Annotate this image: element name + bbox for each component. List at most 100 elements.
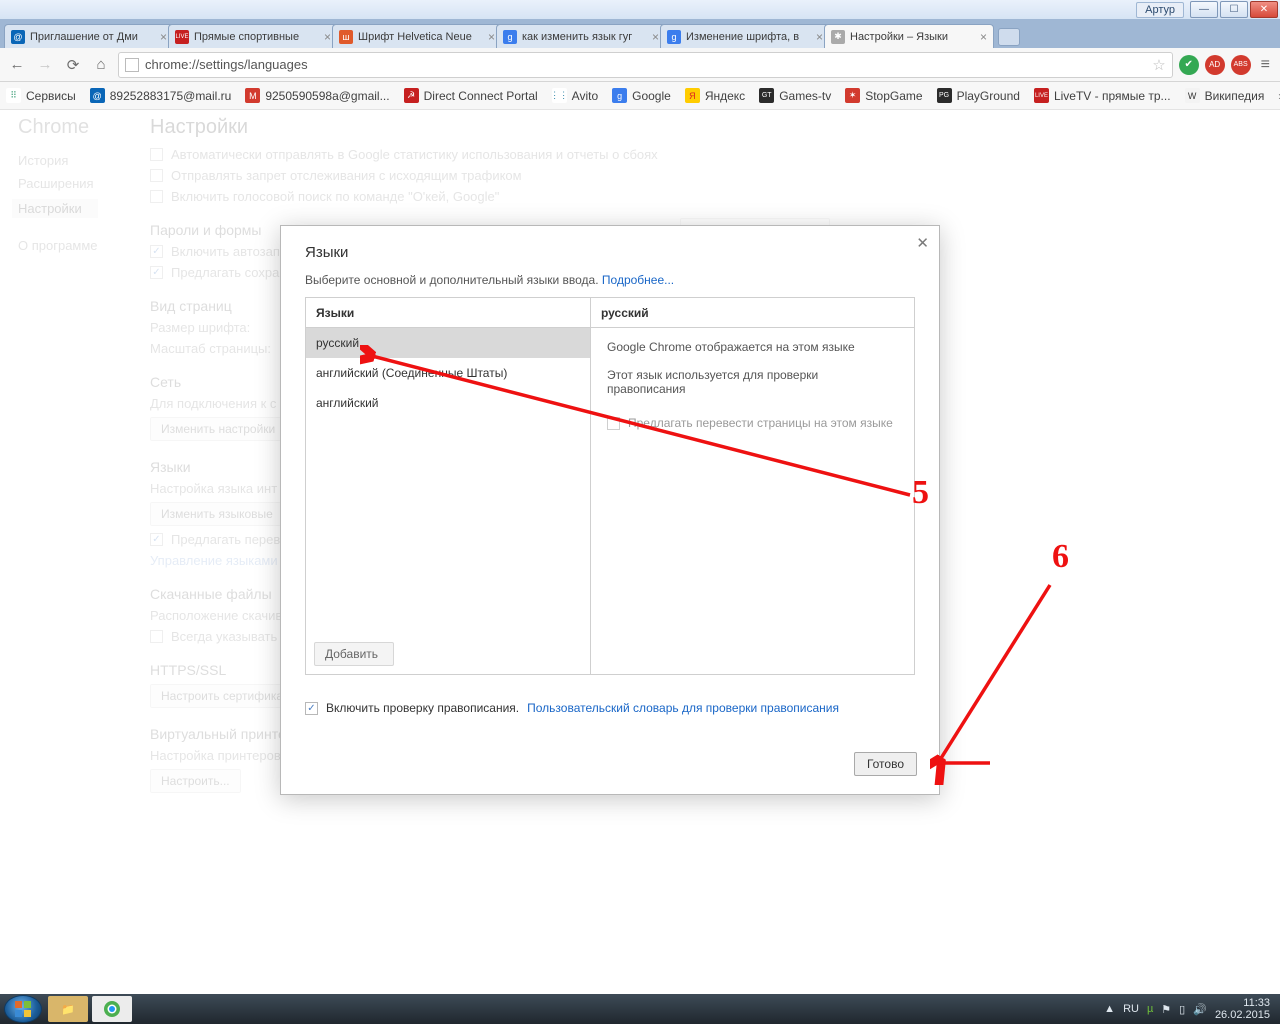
bookmark-item[interactable]: @89252883175@mail.ru: [90, 88, 232, 103]
close-tab-icon[interactable]: ×: [976, 30, 987, 44]
spellcheck-label: Включить проверку правописания.: [326, 701, 519, 715]
tab-title: Настройки – Языки: [850, 31, 948, 43]
bookmark-item[interactable]: ЯЯндекс: [685, 88, 745, 103]
adblock-icon[interactable]: AD: [1205, 55, 1225, 75]
bookmark-item[interactable]: gGoogle: [612, 88, 671, 103]
browser-tab[interactable]: g Изменение шрифта, в ×: [660, 24, 830, 48]
bookmark-item[interactable]: M9250590598a@gmail...: [245, 88, 389, 103]
bookmark-item[interactable]: ✶StopGame: [845, 88, 922, 103]
taskbar-explorer[interactable]: 📁: [48, 996, 88, 1022]
language-panes: Языки русский английский (Соединенные Шт…: [305, 297, 915, 675]
done-button[interactable]: Готово: [854, 752, 917, 776]
google-icon: g: [503, 30, 517, 44]
clock-date: 26.02.2015: [1215, 1009, 1270, 1021]
bookmark-label: Direct Connect Portal: [424, 89, 538, 103]
window-close-button[interactable]: ✕: [1250, 1, 1278, 18]
bookmark-label: Яндекс: [705, 89, 745, 103]
languages-dialog: ✕ Языки Выберите основной и дополнительн…: [280, 225, 940, 795]
dialog-footer: ✓ Включить проверку правописания. Пользо…: [281, 689, 939, 727]
new-tab-button[interactable]: [998, 28, 1020, 46]
dialog-subtitle-text: Выберите основной и дополнительный языки…: [305, 273, 599, 287]
google-icon: g: [667, 30, 681, 44]
adblock-plus-icon[interactable]: ABS: [1231, 55, 1251, 75]
tab-title: Прямые спортивные: [194, 31, 299, 43]
bookmark-label: PlayGround: [957, 89, 1020, 103]
bookmark-item[interactable]: ⋮⋮Avito: [552, 88, 598, 103]
close-tab-icon[interactable]: ×: [320, 30, 331, 44]
tab-title: Шрифт Helvetica Neue: [358, 31, 472, 43]
home-button[interactable]: ⌂: [90, 54, 112, 76]
window-maximize-button[interactable]: ☐: [1220, 1, 1248, 18]
start-button[interactable]: [4, 995, 42, 1023]
tab-title: Изменение шрифта, в: [686, 31, 799, 43]
language-info-translate: Предлагать перевести страницы на этом яз…: [628, 416, 893, 430]
browser-toolbar: ← → ⟳ ⌂ chrome://settings/languages ☆ ✔ …: [0, 48, 1280, 82]
bookmark-label: 9250590598a@gmail...: [265, 89, 389, 103]
windows-logo-icon: [14, 1000, 32, 1018]
bookmark-label: StopGame: [865, 89, 922, 103]
spellcheck-checkbox[interactable]: ✓: [305, 702, 318, 715]
address-bar[interactable]: chrome://settings/languages ☆: [118, 52, 1173, 78]
bookmark-item[interactable]: GTGames-tv: [759, 88, 831, 103]
window-minimize-button[interactable]: —: [1190, 1, 1218, 18]
windows-taskbar: 📁 ▲ RU µ ⚑ ▯ 🔊 11:33 26.02.2015: [0, 994, 1280, 1024]
taskbar-clock[interactable]: 11:33 26.02.2015: [1215, 997, 1270, 1021]
bookmark-item[interactable]: LIVELiveTV - прямые тр...: [1034, 88, 1171, 103]
window-user: Артур: [1136, 2, 1184, 18]
language-info-display: Google Chrome отображается на этом языке: [607, 340, 898, 354]
bookmark-item[interactable]: PGPlayGround: [937, 88, 1020, 103]
tray-show-hidden-icon[interactable]: ▲: [1104, 1003, 1115, 1015]
tray-volume-icon[interactable]: 🔊: [1193, 1003, 1207, 1016]
bookmark-item[interactable]: ☭Direct Connect Portal: [404, 88, 538, 103]
extension-icon[interactable]: ✔: [1179, 55, 1199, 75]
input-language[interactable]: RU: [1123, 1003, 1139, 1015]
close-tab-icon[interactable]: ×: [812, 30, 823, 44]
bookmark-label: LiveTV - прямые тр...: [1054, 89, 1171, 103]
tray-network-icon[interactable]: ▯: [1179, 1003, 1185, 1016]
language-info-spellcheck: Этот язык используется для проверки прав…: [607, 368, 898, 396]
close-tab-icon[interactable]: ×: [484, 30, 495, 44]
bookmark-star-icon[interactable]: ☆: [1152, 56, 1165, 74]
forward-button[interactable]: →: [34, 54, 56, 76]
bookmark-label: Avito: [572, 89, 598, 103]
tab-title: Приглашение от Дми: [30, 31, 138, 43]
dialog-close-button[interactable]: ✕: [916, 234, 929, 252]
settings-icon: ✱: [831, 30, 845, 44]
bookmark-item[interactable]: WВикипедия: [1185, 88, 1265, 103]
chrome-menu-button[interactable]: ≡: [1257, 56, 1274, 74]
live-icon: LIVE: [175, 30, 189, 44]
taskbar-chrome[interactable]: [92, 996, 132, 1022]
browser-tab-active[interactable]: ✱ Настройки – Языки ×: [824, 24, 994, 48]
close-tab-icon[interactable]: ×: [156, 30, 167, 44]
learn-more-link[interactable]: Подробнее...: [602, 273, 674, 287]
custom-dictionary-link[interactable]: Пользовательский словарь для проверки пр…: [527, 701, 839, 715]
browser-tab[interactable]: ш Шрифт Helvetica Neue ×: [332, 24, 502, 48]
language-item-russian[interactable]: русский: [306, 328, 590, 358]
url-text: chrome://settings/languages: [145, 57, 308, 72]
tab-title: как изменить язык гуг: [522, 31, 632, 43]
clock-time: 11:33: [1215, 997, 1270, 1009]
bookmark-label: Games-tv: [779, 89, 831, 103]
add-language-button[interactable]: Добавить: [314, 642, 394, 666]
language-item-english[interactable]: английский: [306, 388, 590, 418]
browser-tab[interactable]: @ Приглашение от Дми ×: [4, 24, 174, 48]
dialog-subtitle: Выберите основной и дополнительный языки…: [305, 273, 915, 287]
back-button[interactable]: ←: [6, 54, 28, 76]
language-list-header: Языки: [306, 298, 590, 328]
dialog-title: Языки: [305, 244, 915, 261]
reload-button[interactable]: ⟳: [62, 54, 84, 76]
bookmark-label: 89252883175@mail.ru: [110, 89, 232, 103]
language-item-en-us[interactable]: английский (Соединенные Штаты): [306, 358, 590, 388]
close-tab-icon[interactable]: ×: [648, 30, 659, 44]
browser-tab[interactable]: g как изменить язык гуг ×: [496, 24, 666, 48]
font-icon: ш: [339, 30, 353, 44]
bookmark-apps[interactable]: ⠿Сервисы: [6, 88, 76, 103]
tray-utorrent-icon[interactable]: µ: [1147, 1003, 1153, 1015]
checkbox-disabled: [607, 417, 620, 430]
system-tray: ▲ RU µ ⚑ ▯ 🔊 11:33 26.02.2015: [1104, 997, 1276, 1021]
browser-tab[interactable]: LIVE Прямые спортивные ×: [168, 24, 338, 48]
mail-icon: @: [11, 30, 25, 44]
language-list-pane: Языки русский английский (Соединенные Шт…: [306, 298, 591, 674]
page-icon: [125, 58, 139, 72]
tray-action-center-icon[interactable]: ⚑: [1161, 1003, 1171, 1016]
